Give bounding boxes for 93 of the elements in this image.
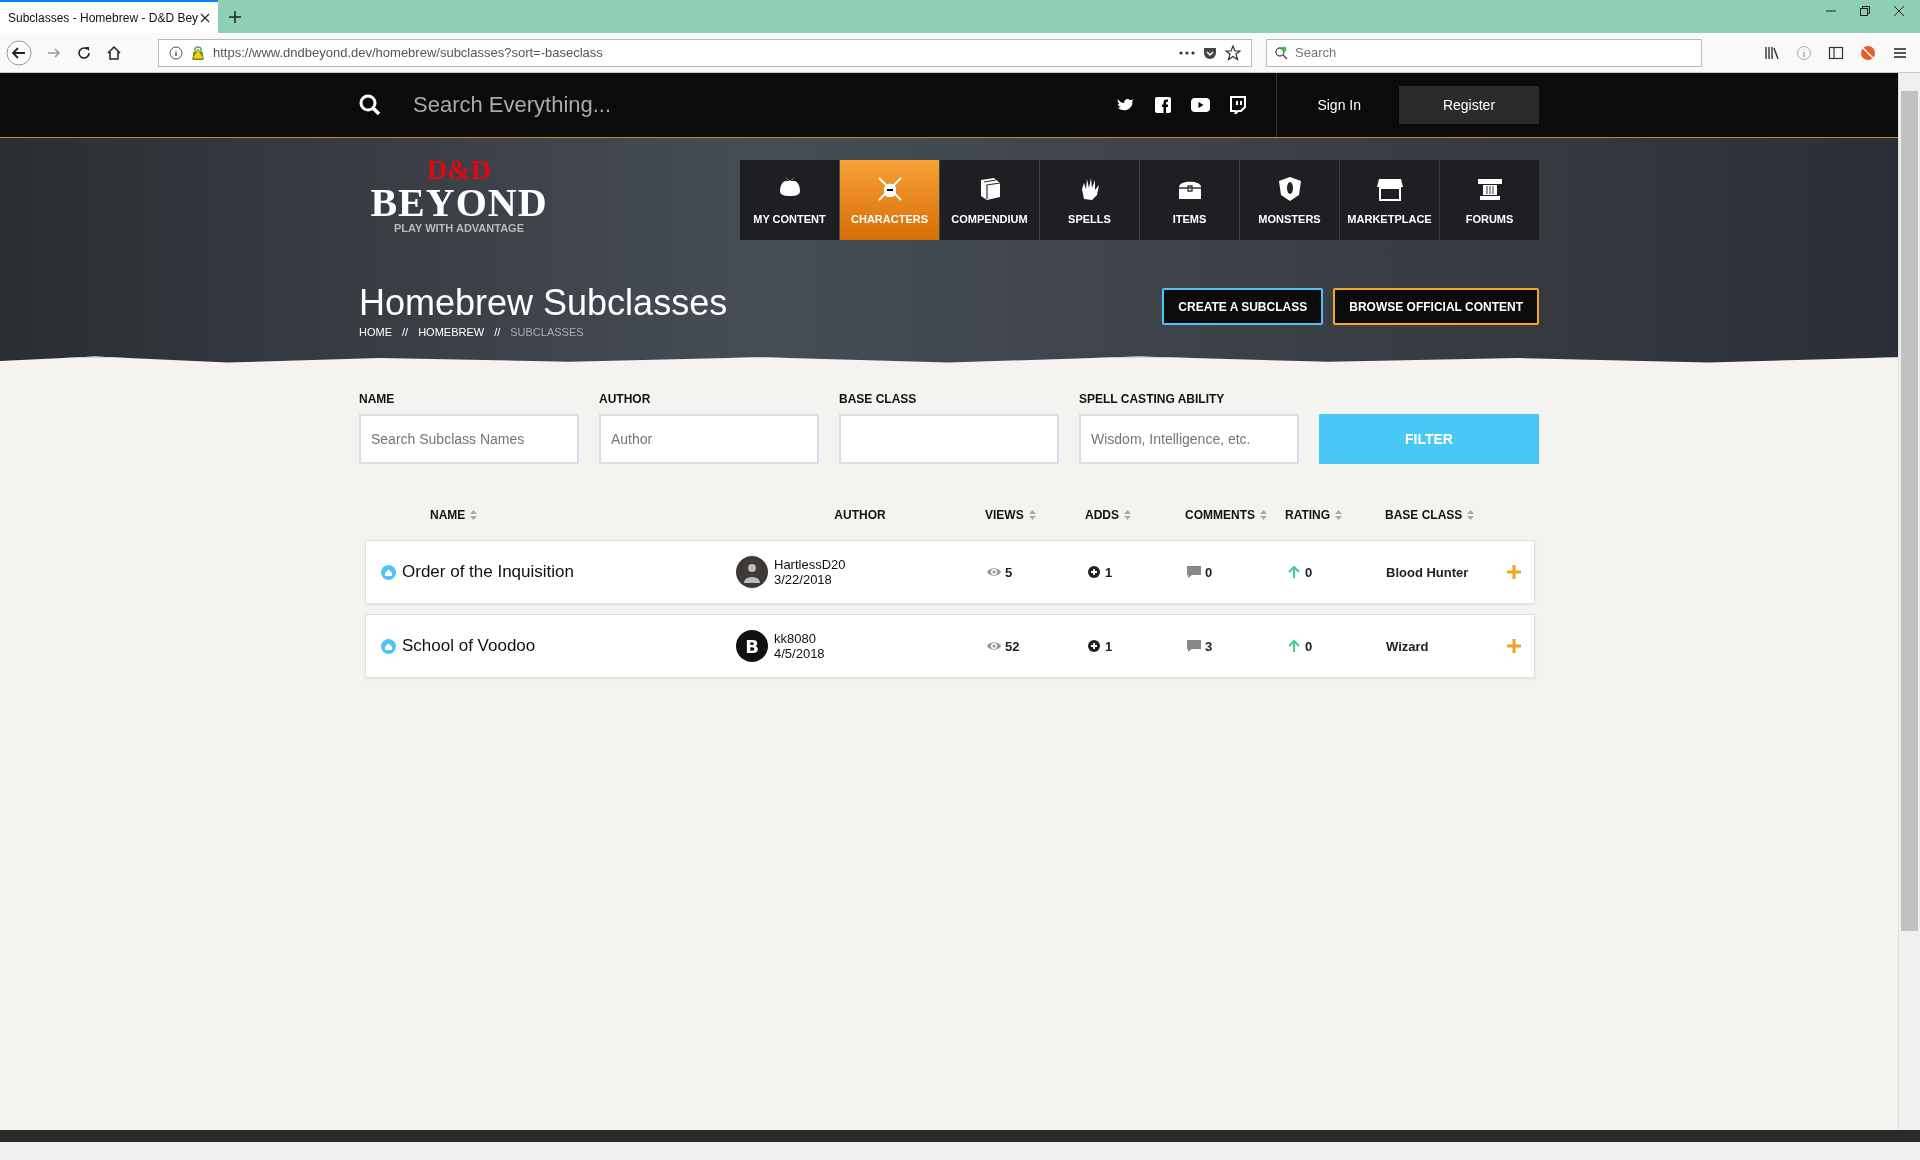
- sidebar-icon[interactable]: [1828, 44, 1844, 61]
- comment-icon: [1186, 565, 1202, 579]
- column-header[interactable]: BASE CLASS: [1385, 508, 1475, 522]
- avatar: B: [736, 630, 768, 662]
- search-icon[interactable]: [359, 94, 381, 116]
- person-silhouette-icon: [742, 561, 762, 583]
- field-label: SPELL CASTING ABILITY: [1079, 392, 1226, 406]
- author-link[interactable]: kk8080: [774, 631, 825, 646]
- horizontal-scrollbar[interactable]: [0, 1130, 1920, 1160]
- count-text: 1: [1105, 564, 1113, 580]
- search-icon: [1274, 45, 1288, 60]
- eye-icon: [986, 565, 1002, 579]
- input-field[interactable]: Author: [599, 414, 819, 464]
- field-label: NAME: [359, 392, 396, 406]
- vertical-scrollbar[interactable]: [1898, 73, 1920, 1130]
- input-field[interactable]: Search Subclass Names: [359, 414, 579, 464]
- column-header[interactable]: COMMENTS: [1185, 508, 1267, 522]
- action-button[interactable]: BROWSE OFFICIAL CONTENT: [1333, 288, 1539, 325]
- plus-circle-icon: [1086, 565, 1102, 579]
- breadcrumb-link[interactable]: HOMEBREW: [418, 326, 485, 338]
- count-text: 5: [1005, 564, 1013, 580]
- logo-wordmark[interactable]: BEYOND: [370, 184, 548, 222]
- nav-item[interactable]: MONSTERS: [1240, 160, 1339, 240]
- lock-icon: [191, 45, 205, 60]
- input-field[interactable]: Wisdom, Intelligence, etc.: [1079, 414, 1299, 464]
- twitter-icon[interactable]: [1117, 97, 1136, 113]
- page-title: Homebrew Subclasses: [359, 282, 728, 324]
- table-row[interactable]: Order of the Inquisition HartlessD20 3/22/2018 5 1 0 0 Blood Hunter: [365, 540, 1535, 604]
- breadcrumb-link[interactable]: HOME: [359, 326, 392, 338]
- count-text: 3: [1205, 638, 1213, 654]
- author-link[interactable]: HartlessD20: [774, 557, 846, 572]
- breadcrumb-separator: //: [402, 326, 409, 338]
- action-button[interactable]: CREATE A SUBCLASS: [1162, 288, 1324, 325]
- logo-tagline: PLAY WITH ADVANTAGE: [394, 222, 524, 234]
- date-text: 3/22/2018: [774, 572, 833, 587]
- up-arrow-icon: [1286, 565, 1302, 579]
- input-field[interactable]: [839, 414, 1059, 464]
- library-icon[interactable]: [1764, 44, 1780, 61]
- back-icon[interactable]: [6, 39, 32, 66]
- column-header[interactable]: NAME: [430, 508, 478, 522]
- field-label: AUTHOR: [599, 392, 652, 406]
- comment-icon: [1186, 639, 1202, 653]
- column-header[interactable]: AUTHOR: [834, 508, 886, 522]
- blocked-icon[interactable]: [1860, 44, 1876, 61]
- more-icon[interactable]: [1179, 50, 1195, 55]
- nav-item[interactable]: FORUMS: [1440, 160, 1539, 240]
- column-header[interactable]: RATING: [1285, 508, 1343, 522]
- nav-item[interactable]: ITEMS: [1140, 160, 1239, 240]
- twitch-icon[interactable]: [1230, 96, 1247, 114]
- count-text: 0: [1305, 564, 1313, 580]
- table-row[interactable]: School of Voodoo B kk8080 4/5/2018 52 1 3 0 Wizard: [365, 614, 1535, 678]
- column-header[interactable]: VIEWS: [985, 508, 1036, 522]
- subclass-name-link[interactable]: School of Voodoo: [402, 636, 536, 656]
- address-bar[interactable]: https://www.dndbeyond.dev/homebrew/subclasses?sort=-baseclass: [158, 38, 1252, 67]
- close-icon[interactable]: [1894, 6, 1904, 16]
- star-icon[interactable]: [1225, 44, 1241, 61]
- nav-item[interactable]: COMPENDIUM: [940, 160, 1039, 240]
- breadcrumb-link[interactable]: SUBCLASSES: [510, 326, 584, 338]
- nav-item[interactable]: MARKETPLACE: [1340, 160, 1439, 240]
- plus-circle-icon: [1086, 639, 1102, 653]
- homebrew-icon: [381, 638, 396, 654]
- new-tab-icon[interactable]: [228, 10, 242, 24]
- field-label: BASE CLASS: [839, 392, 918, 406]
- facebook-icon[interactable]: [1155, 97, 1172, 113]
- close-icon[interactable]: [200, 12, 210, 23]
- eye-icon: [986, 639, 1002, 653]
- reload-icon[interactable]: [76, 44, 92, 61]
- breadcrumb-separator: //: [494, 326, 501, 338]
- browser-tab[interactable]: Subclasses - Homebrew - D&D Bey: [0, 0, 218, 33]
- info-icon[interactable]: [169, 45, 183, 60]
- column-header[interactable]: ADDS: [1085, 508, 1131, 522]
- url-text: https://www.dndbeyond.dev/homebrew/subclasses?sort=-baseclass: [213, 45, 603, 60]
- count-text: 0: [1305, 638, 1313, 654]
- subclass-name-link[interactable]: Order of the Inquisition: [402, 562, 574, 582]
- count-text: 0: [1205, 564, 1213, 580]
- sign-in-link[interactable]: Sign In: [1317, 97, 1361, 113]
- date-text: 4/5/2018: [774, 646, 825, 661]
- home-icon[interactable]: [106, 44, 122, 61]
- pocket-icon[interactable]: [1203, 45, 1217, 60]
- base-class-text: Blood Hunter: [1386, 564, 1469, 580]
- search-field[interactable]: Search Everything...: [411, 91, 895, 119]
- up-arrow-icon: [1286, 639, 1302, 653]
- youtube-icon[interactable]: [1191, 98, 1211, 112]
- count-text: 1: [1105, 638, 1113, 654]
- browser-search-field[interactable]: Search: [1266, 38, 1702, 67]
- register-button[interactable]: Register: [1399, 86, 1539, 124]
- restore-icon[interactable]: [1860, 6, 1870, 16]
- homebrew-icon: [381, 564, 396, 580]
- base-class-text: Wizard: [1386, 638, 1429, 654]
- nav-item[interactable]: MY CONTENT: [740, 160, 839, 240]
- helmet-swords-icon: [875, 175, 904, 203]
- nav-item[interactable]: SPELLS: [1040, 160, 1139, 240]
- count-text: 52: [1005, 638, 1020, 654]
